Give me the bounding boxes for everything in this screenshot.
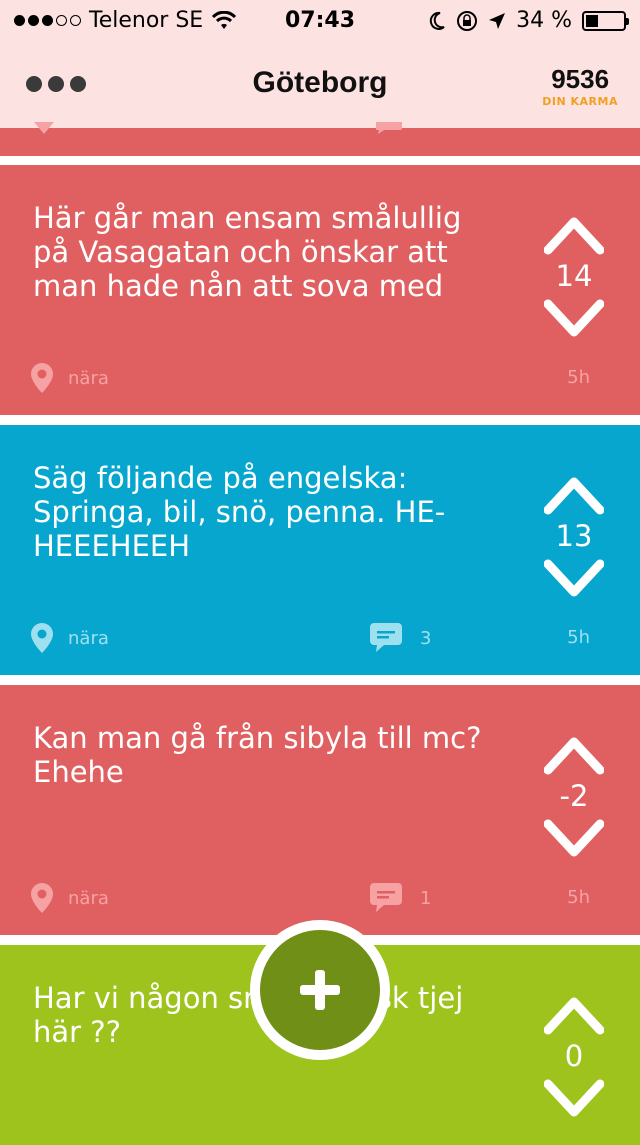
vote-control: 13 xyxy=(544,472,604,600)
chevron-up-icon xyxy=(544,477,604,515)
chevron-up-icon xyxy=(544,217,604,255)
location-pin-icon xyxy=(31,363,53,393)
location-arrow-icon xyxy=(489,12,506,29)
battery-percent: 34 % xyxy=(516,8,572,33)
comment-count-button[interactable]: 1 xyxy=(370,883,431,913)
compose-button[interactable] xyxy=(250,920,390,1060)
post-card[interactable]: Säg följande på engelska: Springa, bil, … xyxy=(0,425,640,675)
status-bar: Telenor SE 07:43 34 % xyxy=(0,0,640,40)
downvote-button[interactable] xyxy=(544,556,604,600)
upvote-button[interactable] xyxy=(544,992,604,1036)
vote-control: -2 xyxy=(544,732,604,860)
location-label: nära xyxy=(68,367,109,389)
post-location: nära xyxy=(30,883,109,913)
post-age: 5h xyxy=(567,367,590,388)
comment-bubble-icon xyxy=(370,883,402,912)
comment-bubble-icon xyxy=(376,122,402,134)
comment-count: 3 xyxy=(420,627,432,649)
plus-icon-vertical xyxy=(315,970,325,1010)
post-meta: nära 5h xyxy=(30,363,590,393)
post-meta: nära 1 5h xyxy=(30,883,590,913)
upvote-button[interactable] xyxy=(544,472,604,516)
chevron-down-icon xyxy=(544,299,604,337)
location-pin-icon xyxy=(34,122,54,134)
battery-icon xyxy=(582,10,629,31)
vote-count: -2 xyxy=(559,779,589,813)
vote-control: 0 xyxy=(544,992,604,1120)
post-card[interactable]: Här går man ensam smålullig på Vasagatan… xyxy=(0,165,640,415)
moon-icon xyxy=(429,11,445,30)
post-meta: nära 3 5h xyxy=(30,623,590,653)
chevron-down-icon xyxy=(544,559,604,597)
chevron-up-icon xyxy=(544,997,604,1035)
chevron-up-icon xyxy=(544,737,604,775)
upvote-button[interactable] xyxy=(544,732,604,776)
karma-display[interactable]: 9536 DIN KARMA xyxy=(542,64,618,108)
comment-count-button[interactable]: 3 xyxy=(370,623,431,653)
post-location: nära xyxy=(30,363,109,393)
vote-count: 14 xyxy=(555,259,593,293)
karma-value: 9536 xyxy=(551,64,610,94)
vote-count: 0 xyxy=(564,1039,584,1073)
post-location: nära xyxy=(30,623,109,653)
status-right: 34 % xyxy=(428,8,629,33)
vote-control: 14 xyxy=(544,212,604,340)
post-card[interactable]: Kan man gå från sibyla till mc? Ehehe -2 n… xyxy=(0,685,640,935)
comment-bubble-icon xyxy=(370,623,402,652)
chevron-down-icon xyxy=(544,819,604,857)
location-label: nära xyxy=(68,627,109,649)
downvote-button[interactable] xyxy=(544,816,604,860)
rotation-lock-icon xyxy=(457,10,478,31)
post-text: Kan man gå från sibyla till mc? Ehehe xyxy=(33,721,482,789)
post-text: Här går man ensam smålullig på Vasagatan… xyxy=(33,201,462,303)
location-label: nära xyxy=(68,887,109,909)
downvote-button[interactable] xyxy=(544,296,604,340)
location-pin-icon xyxy=(31,883,53,913)
location-pin-icon xyxy=(31,623,53,653)
vote-count: 13 xyxy=(555,519,593,553)
post-age: 5h xyxy=(567,887,590,908)
post-card-partial[interactable] xyxy=(0,122,640,156)
upvote-button[interactable] xyxy=(544,212,604,256)
comment-count: 1 xyxy=(420,887,432,909)
chevron-down-icon xyxy=(544,1079,604,1117)
karma-label: DIN KARMA xyxy=(542,95,618,108)
navigation-bar: Göteborg 9536 DIN KARMA xyxy=(0,40,640,128)
post-age: 5h xyxy=(567,627,590,648)
post-text: Säg följande på engelska: Springa, bil, … xyxy=(33,461,446,563)
downvote-button[interactable] xyxy=(544,1076,604,1120)
